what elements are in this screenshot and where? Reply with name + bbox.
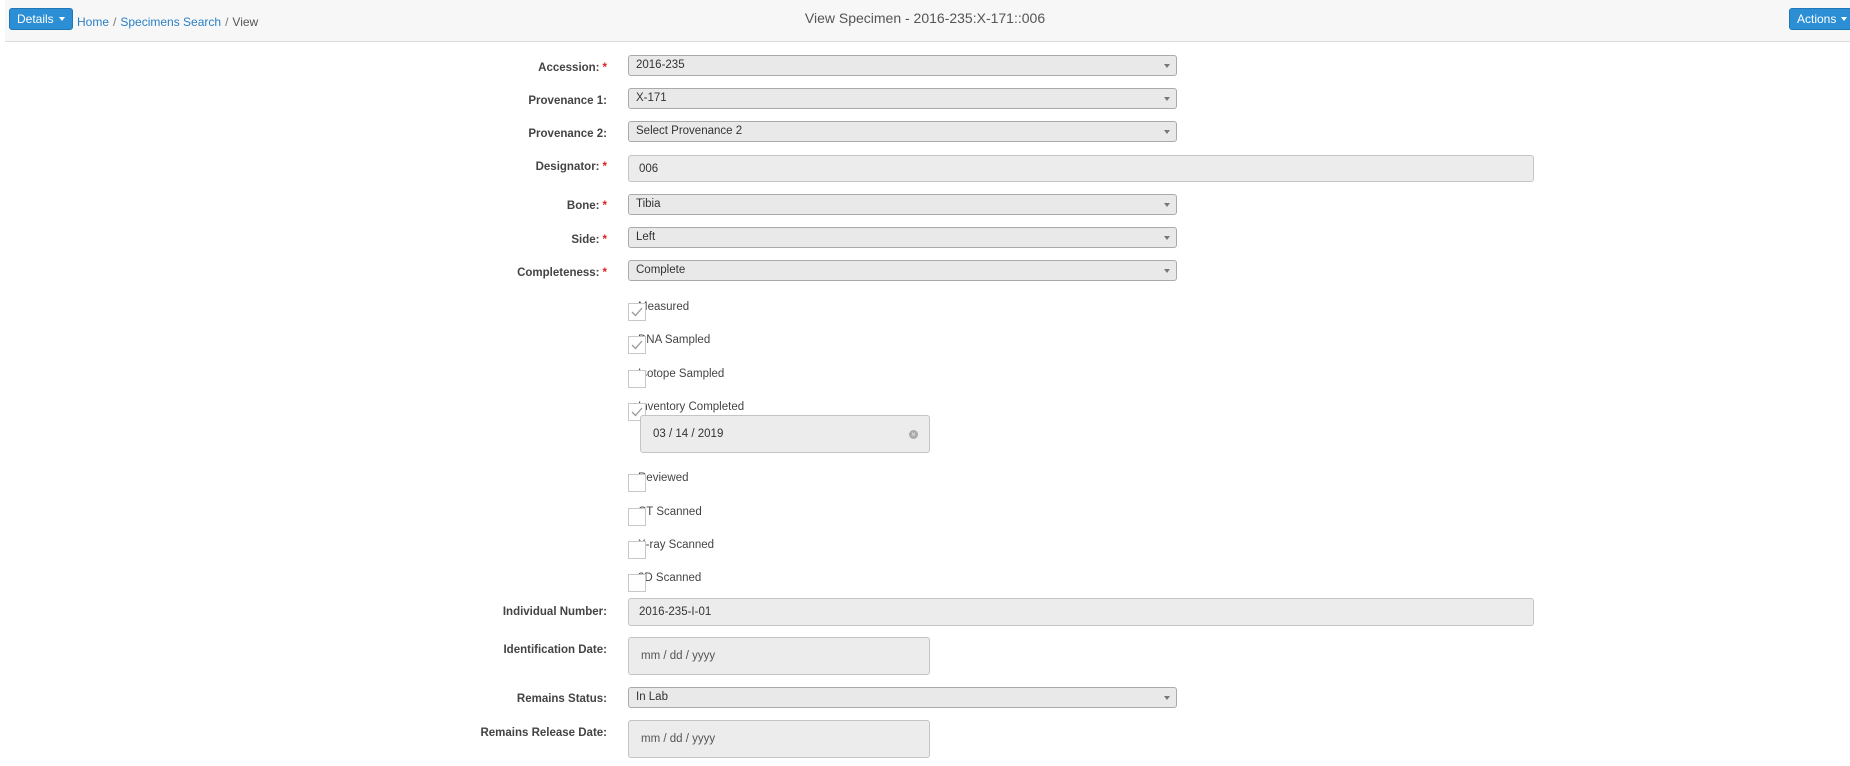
- ct-scanned-checkbox[interactable]: [628, 508, 646, 526]
- remains-status-select[interactable]: In Lab: [628, 687, 1177, 708]
- remains-status-value: In Lab: [636, 691, 668, 703]
- provenance1-label: Provenance 1:: [528, 95, 607, 107]
- dropdown-arrow-icon: [1164, 269, 1170, 273]
- clear-icon[interactable]: ×: [909, 430, 918, 439]
- side-label: Side: *: [571, 234, 607, 246]
- required-marker: *: [602, 200, 607, 212]
- 3d-scanned-checkbox[interactable]: [628, 574, 646, 592]
- actions-button-label: Actions: [1797, 12, 1837, 26]
- dropdown-arrow-icon: [1164, 97, 1170, 101]
- isotope-sampled-label: Isotope Sampled: [638, 368, 725, 380]
- designator-label: Designator: *: [535, 161, 607, 173]
- identification-date-placeholder: mm / dd / yyyy: [641, 650, 716, 662]
- remains-release-date-placeholder: mm / dd / yyyy: [641, 733, 716, 745]
- accession-label: Accession: *: [538, 62, 607, 74]
- dropdown-arrow-icon: [1164, 236, 1170, 240]
- individual-number-label: Individual Number:: [502, 606, 607, 618]
- provenance1-value: X-171: [636, 92, 667, 104]
- page-title: View Specimen - 2016-235:X-171::006: [804, 10, 1046, 26]
- dropdown-arrow-icon: [1164, 64, 1170, 68]
- completeness-label: Completeness: *: [517, 267, 607, 279]
- bone-label: Bone: *: [566, 200, 607, 212]
- dropdown-arrow-icon: [1164, 130, 1170, 134]
- actions-button[interactable]: Actions: [1789, 8, 1850, 30]
- provenance2-label: Provenance 2:: [528, 128, 607, 140]
- remains-release-date-label: Remains Release Date:: [480, 727, 607, 739]
- completeness-value: Complete: [636, 264, 686, 276]
- provenance1-select[interactable]: X-171: [628, 88, 1177, 109]
- measured-checkbox[interactable]: [628, 303, 646, 321]
- checkmark-icon: [631, 340, 643, 350]
- designator-value: 006: [639, 162, 659, 175]
- checkmark-icon: [631, 307, 643, 317]
- dna-sampled-label: DNA Sampled: [638, 334, 711, 346]
- required-marker: *: [602, 161, 607, 173]
- provenance2-select[interactable]: Select Provenance 2: [628, 121, 1177, 142]
- identification-date-label: Identification Date:: [503, 644, 607, 656]
- bone-value: Tibia: [636, 198, 661, 210]
- inventory-completed-date-input[interactable]: 03 / 14 / 2019 ×: [640, 415, 930, 453]
- inventory-completed-label: Inventory Completed: [638, 401, 745, 413]
- individual-number-value: 2016-235-I-01: [639, 606, 712, 618]
- identification-date-input[interactable]: mm / dd / yyyy: [628, 637, 930, 675]
- dropdown-arrow-icon: [1164, 696, 1170, 700]
- accession-value: 2016-235: [636, 59, 685, 71]
- caret-down-icon: [1841, 17, 1848, 21]
- required-marker: *: [602, 234, 607, 246]
- required-marker: *: [602, 267, 607, 279]
- required-marker: *: [602, 62, 607, 74]
- xray-scanned-label: X-ray Scanned: [638, 539, 715, 551]
- 3d-scanned-label: 3D Scanned: [638, 572, 702, 584]
- remains-status-label: Remains Status:: [516, 693, 607, 705]
- top-header: Details Home / Specimens Search / View V…: [5, 0, 1850, 42]
- xray-scanned-checkbox[interactable]: [628, 541, 646, 559]
- designator-field[interactable]: 006: [628, 155, 1534, 182]
- dna-sampled-checkbox[interactable]: [628, 336, 646, 354]
- completeness-select[interactable]: Complete: [628, 260, 1177, 281]
- ct-scanned-label: CT Scanned: [638, 506, 702, 518]
- side-select[interactable]: Left: [628, 227, 1177, 248]
- reviewed-checkbox[interactable]: [628, 474, 646, 492]
- isotope-sampled-checkbox[interactable]: [628, 370, 646, 388]
- accession-select[interactable]: 2016-235: [628, 55, 1177, 76]
- inventory-date-value: 03 / 14 / 2019: [653, 428, 724, 440]
- side-value: Left: [636, 231, 656, 243]
- dropdown-arrow-icon: [1164, 203, 1170, 207]
- bone-select[interactable]: Tibia: [628, 194, 1177, 215]
- remains-release-date-input[interactable]: mm / dd / yyyy: [628, 720, 930, 758]
- provenance2-value: Select Provenance 2: [636, 125, 743, 137]
- individual-number-field[interactable]: 2016-235-I-01: [628, 598, 1534, 626]
